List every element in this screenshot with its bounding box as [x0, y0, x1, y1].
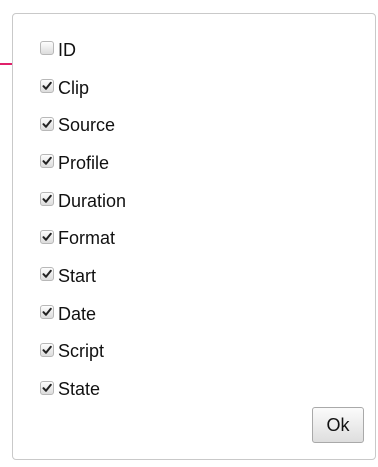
option-label-format: Format [58, 228, 116, 249]
column-options-list: ID Clip Source Profile Duration Format S… [40, 31, 126, 408]
option-label-clip: Clip [58, 77, 90, 98]
checkmark-icon [42, 307, 52, 316]
option-label-script: Script [58, 341, 105, 362]
option-label-id: ID [58, 39, 76, 60]
option-start[interactable]: Start [40, 257, 126, 295]
option-date[interactable]: Date [40, 295, 126, 333]
checkmark-icon [42, 232, 52, 241]
checkbox-state[interactable] [40, 380, 54, 395]
option-label-date: Date [58, 303, 97, 324]
checkbox-clip[interactable] [40, 79, 54, 94]
option-id[interactable]: ID [40, 31, 126, 69]
checkmark-icon [42, 119, 52, 128]
checkmark-icon [42, 157, 52, 166]
option-label-source: Source [58, 115, 116, 136]
option-source[interactable]: Source [40, 106, 126, 144]
checkbox-start[interactable] [40, 267, 54, 282]
checkbox-format[interactable] [40, 229, 54, 244]
option-label-duration: Duration [58, 190, 127, 211]
option-profile[interactable]: Profile [40, 144, 126, 182]
checkmark-icon [42, 81, 52, 90]
checkbox-profile[interactable] [40, 154, 54, 169]
checkmark-icon [42, 270, 52, 279]
checkbox-script[interactable] [40, 342, 54, 357]
option-format[interactable]: Format [40, 219, 126, 257]
option-duration[interactable]: Duration [40, 182, 126, 220]
option-state[interactable]: State [40, 370, 126, 408]
checkbox-duration[interactable] [40, 192, 54, 207]
checkmark-icon [42, 383, 52, 392]
option-script[interactable]: Script [40, 333, 126, 371]
checkbox-date[interactable] [40, 305, 54, 320]
option-label-start: Start [58, 265, 97, 286]
option-label-state: State [58, 379, 101, 400]
checkmark-icon [42, 345, 52, 354]
checkmark-icon [42, 194, 52, 203]
option-clip[interactable]: Clip [40, 69, 126, 107]
checkbox-id[interactable] [40, 41, 54, 56]
ok-button[interactable]: Ok [312, 407, 364, 443]
column-chooser-panel: ID Clip Source Profile Duration Format S… [12, 13, 376, 460]
checkbox-source[interactable] [40, 116, 54, 131]
option-label-profile: Profile [58, 152, 110, 173]
